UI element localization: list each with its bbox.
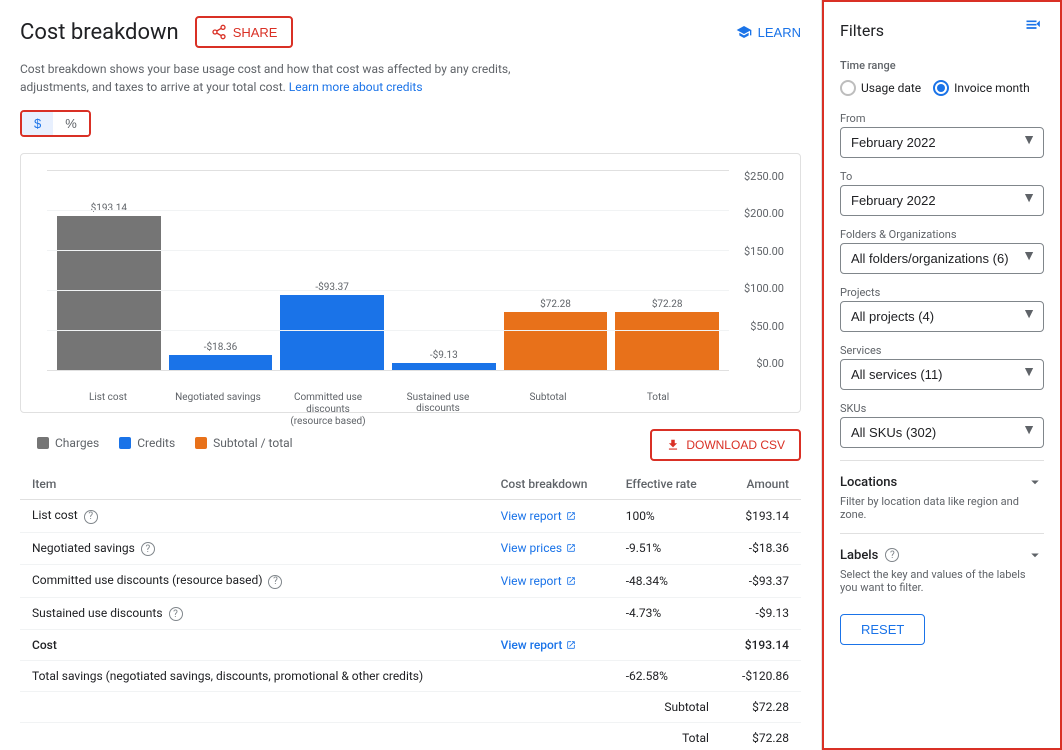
locations-section: Locations Filter by location data like r… xyxy=(840,460,1044,521)
labels-title: Labels xyxy=(840,548,878,563)
table-row: Cost View report $193.14 xyxy=(20,630,801,661)
table-row: Total savings (negotiated savings, disco… xyxy=(20,661,801,692)
committed-help-icon[interactable]: ? xyxy=(268,575,282,589)
learn-button[interactable]: LEARN xyxy=(736,24,801,40)
committed-view-report[interactable]: View report xyxy=(501,574,602,588)
bar-committed: -$93.37 xyxy=(280,170,384,370)
labels-desc: Select the key and values of the labels … xyxy=(840,568,1044,594)
share-icon xyxy=(211,24,227,40)
table-row: Negotiated savings ? View prices -9.51% … xyxy=(20,532,801,565)
filters-title: Filters xyxy=(840,21,884,40)
projects-select[interactable]: All projects (4) xyxy=(840,301,1044,332)
bar-negotiated: -$18.36 xyxy=(169,170,273,370)
to-dropdown: To February 2022 ▼ xyxy=(840,170,1044,216)
filters-collapse-button[interactable] xyxy=(1024,18,1044,43)
usage-date-radio[interactable]: Usage date xyxy=(840,80,921,96)
view-toggle: $ % xyxy=(20,110,91,137)
projects-label: Projects xyxy=(840,286,1044,299)
table-row: Sustained use discounts ? -4.73% -$9.13 xyxy=(20,597,801,630)
to-label: To xyxy=(840,170,1044,183)
page-description: Cost breakdown shows your base usage cos… xyxy=(20,60,520,96)
chart-container: $250.00 $200.00 $150.00 $100.00 $50.00 $… xyxy=(20,153,801,413)
neg-savings-help-icon[interactable]: ? xyxy=(141,542,155,556)
list-cost-view-report[interactable]: View report xyxy=(501,509,602,523)
chart-legend: Charges Credits Subtotal / total xyxy=(37,436,784,450)
page-title: Cost breakdown xyxy=(20,20,179,45)
cost-view-report[interactable]: View report xyxy=(501,638,602,652)
locations-title: Locations xyxy=(840,475,897,490)
projects-dropdown: Projects All projects (4) ▼ xyxy=(840,286,1044,332)
reset-button[interactable]: RESET xyxy=(840,614,925,645)
time-range-radio-group: Usage date Invoice month xyxy=(840,80,1044,96)
share-button[interactable]: SHARE xyxy=(195,16,294,48)
negotiated-view-prices[interactable]: View prices xyxy=(501,541,602,555)
bar-subtotal: $72.28 xyxy=(504,299,608,370)
collapse-icon xyxy=(1024,18,1044,38)
total-row: Total $72.28 xyxy=(20,723,801,750)
dollar-toggle[interactable]: $ xyxy=(22,112,53,135)
from-label: From xyxy=(840,112,1044,125)
bar-total: $72.28 xyxy=(615,299,719,370)
skus-select[interactable]: All SKUs (302) xyxy=(840,417,1044,448)
services-dropdown: Services All services (11) ▼ xyxy=(840,344,1044,390)
skus-dropdown: SKUs All SKUs (302) ▼ xyxy=(840,402,1044,448)
col-item: Item xyxy=(20,469,489,500)
from-select[interactable]: February 2022 xyxy=(840,127,1044,158)
subtotal-row: Subtotal $72.28 xyxy=(20,692,801,723)
labels-expand-icon xyxy=(1026,546,1044,564)
labels-header[interactable]: Labels ? xyxy=(840,546,1044,564)
from-dropdown: From February 2022 ▼ xyxy=(840,112,1044,158)
services-select[interactable]: All services (11) xyxy=(840,359,1044,390)
locations-desc: Filter by location data like region and … xyxy=(840,495,1044,521)
filters-sidebar: Filters Time range Usage date Invoice mo… xyxy=(822,0,1062,750)
bar-list-cost: $193.14 xyxy=(57,203,161,370)
table-row: List cost ? View report 100% $193.14 xyxy=(20,500,801,533)
learn-more-link[interactable]: Learn more about credits xyxy=(289,80,423,94)
folders-label: Folders & Organizations xyxy=(840,228,1044,241)
table-row: Committed use discounts (resource based)… xyxy=(20,565,801,598)
bar-list-cost-rect xyxy=(57,216,161,370)
labels-help-icon[interactable]: ? xyxy=(885,548,899,562)
labels-section: Labels ? Select the key and values of th… xyxy=(840,533,1044,594)
skus-label: SKUs xyxy=(840,402,1044,415)
invoice-month-radio[interactable]: Invoice month xyxy=(933,80,1030,96)
folders-select[interactable]: All folders/organizations (6) xyxy=(840,243,1044,274)
services-label: Services xyxy=(840,344,1044,357)
col-cost-breakdown: Cost breakdown xyxy=(489,469,614,500)
learn-icon xyxy=(736,24,752,40)
list-cost-help-icon[interactable]: ? xyxy=(84,510,98,524)
folders-dropdown: Folders & Organizations All folders/orga… xyxy=(840,228,1044,274)
time-range-label: Time range xyxy=(840,59,1044,72)
locations-header[interactable]: Locations xyxy=(840,473,1044,491)
percent-toggle[interactable]: % xyxy=(53,112,89,135)
sustained-help-icon[interactable]: ? xyxy=(169,607,183,621)
cost-table: Item Cost breakdown Effective rate Amoun… xyxy=(20,469,801,750)
locations-expand-icon xyxy=(1026,473,1044,491)
time-range-section: Time range Usage date Invoice month xyxy=(840,59,1044,96)
to-select[interactable]: February 2022 xyxy=(840,185,1044,216)
col-amount: Amount xyxy=(721,469,801,500)
col-effective-rate: Effective rate xyxy=(614,469,721,500)
bar-sustained: -$9.13 xyxy=(392,170,496,370)
